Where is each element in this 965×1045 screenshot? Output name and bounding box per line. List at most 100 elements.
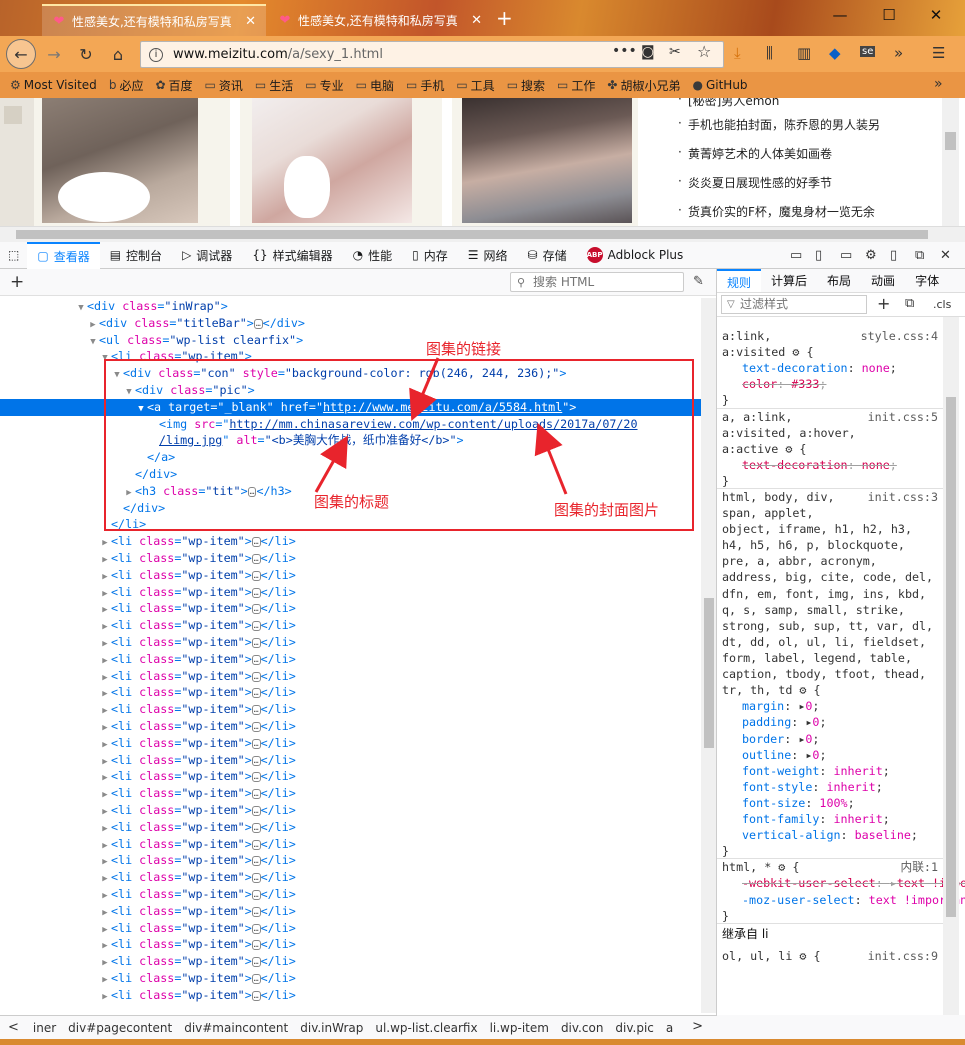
collapsed-content-badge[interactable]: … xyxy=(251,956,261,967)
devtools-tab[interactable]: ▯ 内存 xyxy=(402,242,458,269)
markup-node[interactable]: ▶ <li class="wp-item">… </li> xyxy=(0,684,701,701)
breadcrumb-prev-button[interactable]: < xyxy=(0,1020,27,1035)
split-console-icon[interactable]: ▯ xyxy=(890,248,897,263)
collapsed-content-badge[interactable]: … xyxy=(251,855,261,866)
markup-node[interactable]: ▶ <li class="wp-item">… </li> xyxy=(0,852,701,869)
info-icon[interactable]: i xyxy=(149,47,163,62)
cover-photo[interactable] xyxy=(252,98,412,223)
screenshot-icon[interactable]: ✂ xyxy=(669,44,681,60)
markup-node[interactable]: <img src="http://mm.chinasareview.com/wp… xyxy=(0,416,701,433)
bookmark-item[interactable]: b 必应 xyxy=(109,77,144,94)
bookmark-item[interactable]: ▭ 电脑 xyxy=(356,77,394,94)
markup-node[interactable]: ▶ <li class="wp-item">… </li> xyxy=(0,600,701,617)
gallery-card[interactable] xyxy=(34,98,230,226)
bookmark-item[interactable]: ✿ 百度 xyxy=(155,77,192,94)
css-declaration[interactable]: text-decoration: none; xyxy=(742,361,897,375)
collapsed-content-badge[interactable]: … xyxy=(251,553,261,564)
markup-node[interactable]: ▼ <a target="_blank" href="http://www.mei… xyxy=(0,399,701,416)
markup-node[interactable]: ▶ <li class="wp-item">… </li> xyxy=(0,550,701,567)
markup-node[interactable]: ▶ <li class="wp-item">… </li> xyxy=(0,836,701,853)
breadcrumb-item[interactable]: div.con xyxy=(555,1021,609,1035)
bookmark-item[interactable]: ⚙ Most Visited xyxy=(10,78,97,92)
bookmarks-overflow-icon[interactable]: » xyxy=(934,76,943,92)
css-declaration[interactable]: -moz-user-select: text !important; xyxy=(742,893,965,907)
download-icon[interactable]: ⤓ xyxy=(734,44,741,62)
rule-source-link[interactable]: style.css:4 xyxy=(861,328,938,344)
close-devtools-icon[interactable]: ✕ xyxy=(940,248,951,263)
page-horizontal-scrollbar[interactable] xyxy=(0,226,965,242)
markup-node[interactable]: </div> xyxy=(0,466,701,483)
eyedropper-icon[interactable]: ✎ xyxy=(693,274,704,289)
css-declaration[interactable]: -webkit-user-select: ▸text !important; xyxy=(742,876,965,890)
devtools-tab[interactable]: ▷ 调试器 xyxy=(172,242,242,269)
filter-styles-input[interactable]: ▽ 过滤样式 xyxy=(721,295,867,314)
markup-node[interactable]: ▼ <div class="pic"> xyxy=(0,382,701,399)
tab-2[interactable]: ❤ 性感美女,还有模特和私房写真 ✕ xyxy=(268,4,492,36)
markup-node[interactable]: ▶ <li class="wp-item">… </li> xyxy=(0,617,701,634)
rules-tab[interactable]: 动画 xyxy=(861,269,905,292)
close-tab-icon[interactable]: ✕ xyxy=(245,14,256,29)
new-tab-button[interactable]: + xyxy=(496,6,513,30)
collapsed-content-badge[interactable]: … xyxy=(251,973,261,984)
markup-node[interactable]: ▼ <div class="con" style="background-colo… xyxy=(0,365,701,382)
reload-button[interactable]: ↻ xyxy=(72,41,100,67)
sidebar-icon[interactable]: ▥ xyxy=(797,44,811,62)
collapsed-content-badge[interactable]: … xyxy=(251,721,261,732)
breadcrumb-item[interactable]: div#pagecontent xyxy=(62,1021,178,1035)
menu-icon[interactable]: ☰ xyxy=(932,44,945,62)
rules-tab[interactable]: 规则 xyxy=(717,269,762,292)
breadcrumb-item[interactable]: iner xyxy=(27,1021,62,1035)
rule-source-link[interactable]: 内联:1 xyxy=(901,859,938,875)
add-rule-button[interactable]: + xyxy=(877,294,890,313)
news-link[interactable]: [秘密]男人emon xyxy=(678,98,779,109)
devtools-tab[interactable]: ◔ 性能 xyxy=(343,242,403,269)
toggle-classes-button[interactable]: .cls xyxy=(933,298,951,311)
library-icon[interactable]: ⫼ xyxy=(766,44,773,62)
markup-node[interactable]: ▶ <li class="wp-item">… </li> xyxy=(0,735,701,752)
markup-node[interactable]: ▶ <li class="wp-item">… </li> xyxy=(0,634,701,651)
breadcrumb-next-button[interactable]: > xyxy=(684,1019,711,1034)
close-window-button[interactable]: ✕ xyxy=(924,6,948,24)
collapsed-content-badge[interactable]: … xyxy=(251,704,261,715)
bookmark-item[interactable]: ▭ 搜索 xyxy=(507,77,545,94)
breadcrumb-item[interactable]: a xyxy=(660,1021,679,1035)
minimize-button[interactable]: — xyxy=(828,6,852,24)
devtools-tab[interactable]: ABP Adblock Plus xyxy=(577,242,694,269)
bookmark-item[interactable]: ● GitHub xyxy=(692,78,747,92)
collapsed-content-badge[interactable]: … xyxy=(251,788,261,799)
page-vertical-scrollbar[interactable] xyxy=(942,98,959,226)
settings-icon[interactable]: ⚙ xyxy=(865,248,877,263)
css-declaration[interactable]: vertical-align: baseline; xyxy=(742,828,918,842)
gem-icon[interactable]: ◆ xyxy=(829,44,841,62)
bookmark-star-icon[interactable]: ☆ xyxy=(697,42,711,61)
news-link[interactable]: 炎炎夏日展现性感的好季节 xyxy=(678,174,832,191)
css-declaration[interactable]: font-size: 100%; xyxy=(742,796,855,810)
rules-tab[interactable]: 字体 xyxy=(905,269,949,292)
devtools-tab[interactable]: {} 样式编辑器 xyxy=(242,242,342,269)
collapsed-content-badge[interactable]: … xyxy=(251,587,261,598)
markup-node[interactable]: ▶ <li class="wp-item">… </li> xyxy=(0,785,701,802)
page-actions-icon[interactable]: ••• xyxy=(612,43,637,59)
maximize-button[interactable]: ☐ xyxy=(877,6,901,24)
undock-icon[interactable]: ⧉ xyxy=(915,248,924,263)
expand-arrow-icon[interactable]: ▸ xyxy=(890,876,897,890)
rules-tab[interactable]: 计算后 xyxy=(761,269,817,292)
css-declaration[interactable]: padding: ▸0; xyxy=(742,715,826,729)
markup-node[interactable]: /limg.jpg" alt="<b>美胸大作战，纸巾准备好</b>"> xyxy=(0,432,701,449)
rule-source-link[interactable]: init.css:3 xyxy=(868,489,938,505)
bookmark-item[interactable]: ✤ 胡椒小兄弟 xyxy=(607,77,680,94)
markup-node[interactable]: ▶ <li class="wp-item">… </li> xyxy=(0,584,701,601)
markup-node[interactable]: ▶ <li class="wp-item">… </li> xyxy=(0,567,701,584)
news-link[interactable]: 货真价实的F杯，魔鬼身材一览无余 xyxy=(678,203,875,220)
add-node-button[interactable]: + xyxy=(10,272,24,292)
markup-node[interactable]: ▶ <li class="wp-item">… </li> xyxy=(0,752,701,769)
gallery-card[interactable] xyxy=(452,98,638,226)
collapsed-content-badge[interactable]: … xyxy=(251,603,261,614)
news-link[interactable]: 黄菁婷艺术的人体美如画卷 xyxy=(678,145,832,162)
css-declaration[interactable]: outline: ▸0; xyxy=(742,748,826,762)
collapsed-content-badge[interactable]: … xyxy=(251,906,261,917)
markup-node[interactable]: ▼ <div class="inWrap"> xyxy=(0,298,701,315)
pocket-icon[interactable]: ◙ xyxy=(641,44,655,60)
dock-icon[interactable]: ▭ xyxy=(790,248,802,263)
collapsed-content-badge[interactable]: … xyxy=(251,923,261,934)
